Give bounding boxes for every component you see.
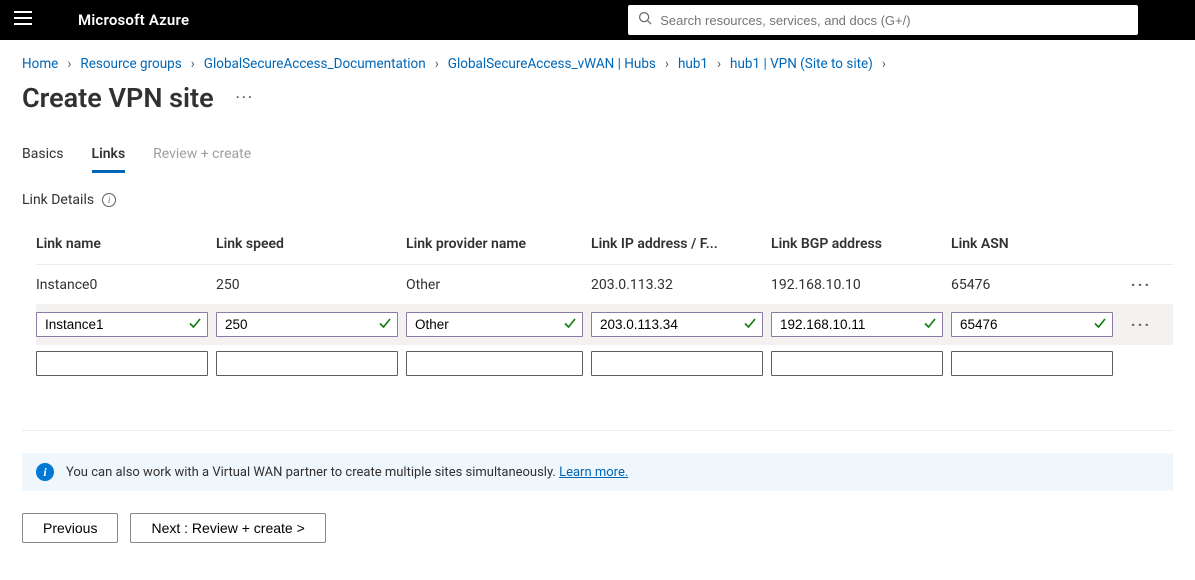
- cell-link-bgp: 192.168.10.10: [771, 277, 951, 293]
- row-more-icon[interactable]: ···: [1121, 315, 1161, 334]
- brand-title: Microsoft Azure: [78, 11, 189, 29]
- next-review-create-button[interactable]: Next : Review + create >: [130, 513, 325, 543]
- table-row: ···: [36, 304, 1173, 345]
- chevron-right-icon: ›: [67, 56, 71, 72]
- link-provider-input[interactable]: [406, 312, 583, 337]
- link-bgp-input[interactable]: [771, 312, 943, 337]
- learn-more-link[interactable]: Learn more.: [559, 465, 628, 480]
- tab-basics[interactable]: Basics: [22, 140, 64, 173]
- previous-button[interactable]: Previous: [22, 513, 118, 543]
- link-asn-input[interactable]: [951, 351, 1113, 376]
- link-speed-input[interactable]: [216, 351, 398, 376]
- breadcrumb-vwan-hubs[interactable]: GlobalSecureAccess_vWAN | Hubs: [448, 56, 656, 72]
- col-link-speed: Link speed: [216, 236, 406, 252]
- col-link-asn: Link ASN: [951, 236, 1121, 252]
- link-ip-input[interactable]: [591, 351, 763, 376]
- page-title: Create VPN site: [22, 82, 214, 114]
- link-speed-input[interactable]: [216, 312, 398, 337]
- cell-link-asn: 65476: [951, 277, 1121, 293]
- breadcrumb-home[interactable]: Home: [22, 56, 58, 72]
- top-bar: Microsoft Azure: [0, 0, 1195, 40]
- more-actions-icon[interactable]: ···: [236, 90, 254, 106]
- info-banner: i You can also work with a Virtual WAN p…: [22, 453, 1173, 491]
- chevron-right-icon: ›: [435, 56, 439, 72]
- table-header-row: Link name Link speed Link provider name …: [36, 232, 1173, 265]
- cell-link-provider: Other: [406, 277, 591, 293]
- tab-links[interactable]: Links: [92, 140, 126, 173]
- section-label: Link Details: [22, 192, 94, 208]
- breadcrumb-resource-groups[interactable]: Resource groups: [80, 56, 181, 72]
- search-input[interactable]: [660, 13, 1128, 28]
- cell-link-speed: 250: [216, 277, 406, 293]
- link-name-input[interactable]: [36, 351, 208, 376]
- info-icon[interactable]: i: [102, 193, 116, 207]
- link-bgp-input[interactable]: [771, 351, 943, 376]
- search-icon: [638, 11, 652, 29]
- chevron-right-icon: ›: [882, 56, 886, 72]
- row-more-icon[interactable]: ···: [1121, 275, 1161, 294]
- global-search[interactable]: [628, 5, 1138, 35]
- chevron-right-icon: ›: [717, 56, 721, 72]
- link-name-input[interactable]: [36, 312, 208, 337]
- col-link-name: Link name: [36, 236, 216, 252]
- tab-strip: Basics Links Review + create: [22, 140, 1173, 174]
- breadcrumb: Home › Resource groups › GlobalSecureAcc…: [22, 52, 1173, 82]
- table-row: [36, 345, 1173, 382]
- col-link-bgp: Link BGP address: [771, 236, 951, 252]
- chevron-right-icon: ›: [191, 56, 195, 72]
- col-link-ip: Link IP address / F...: [591, 236, 771, 252]
- tab-review-create: Review + create: [153, 140, 251, 173]
- link-ip-input[interactable]: [591, 312, 763, 337]
- table-row: Instance0 250 Other 203.0.113.32 192.168…: [36, 265, 1173, 304]
- link-provider-input[interactable]: [406, 351, 583, 376]
- cell-link-name: Instance0: [36, 277, 216, 293]
- col-link-provider: Link provider name: [406, 236, 591, 252]
- breadcrumb-hub1-vpn[interactable]: hub1 | VPN (Site to site): [730, 56, 873, 72]
- breadcrumb-gsa-doc[interactable]: GlobalSecureAccess_Documentation: [204, 56, 426, 72]
- hamburger-menu-icon[interactable]: [14, 11, 32, 29]
- link-asn-input[interactable]: [951, 312, 1113, 337]
- info-icon: i: [36, 463, 54, 481]
- cell-link-ip: 203.0.113.32: [591, 277, 771, 293]
- breadcrumb-hub1[interactable]: hub1: [678, 56, 708, 72]
- chevron-right-icon: ›: [665, 56, 669, 72]
- info-banner-text: You can also work with a Virtual WAN par…: [66, 465, 559, 480]
